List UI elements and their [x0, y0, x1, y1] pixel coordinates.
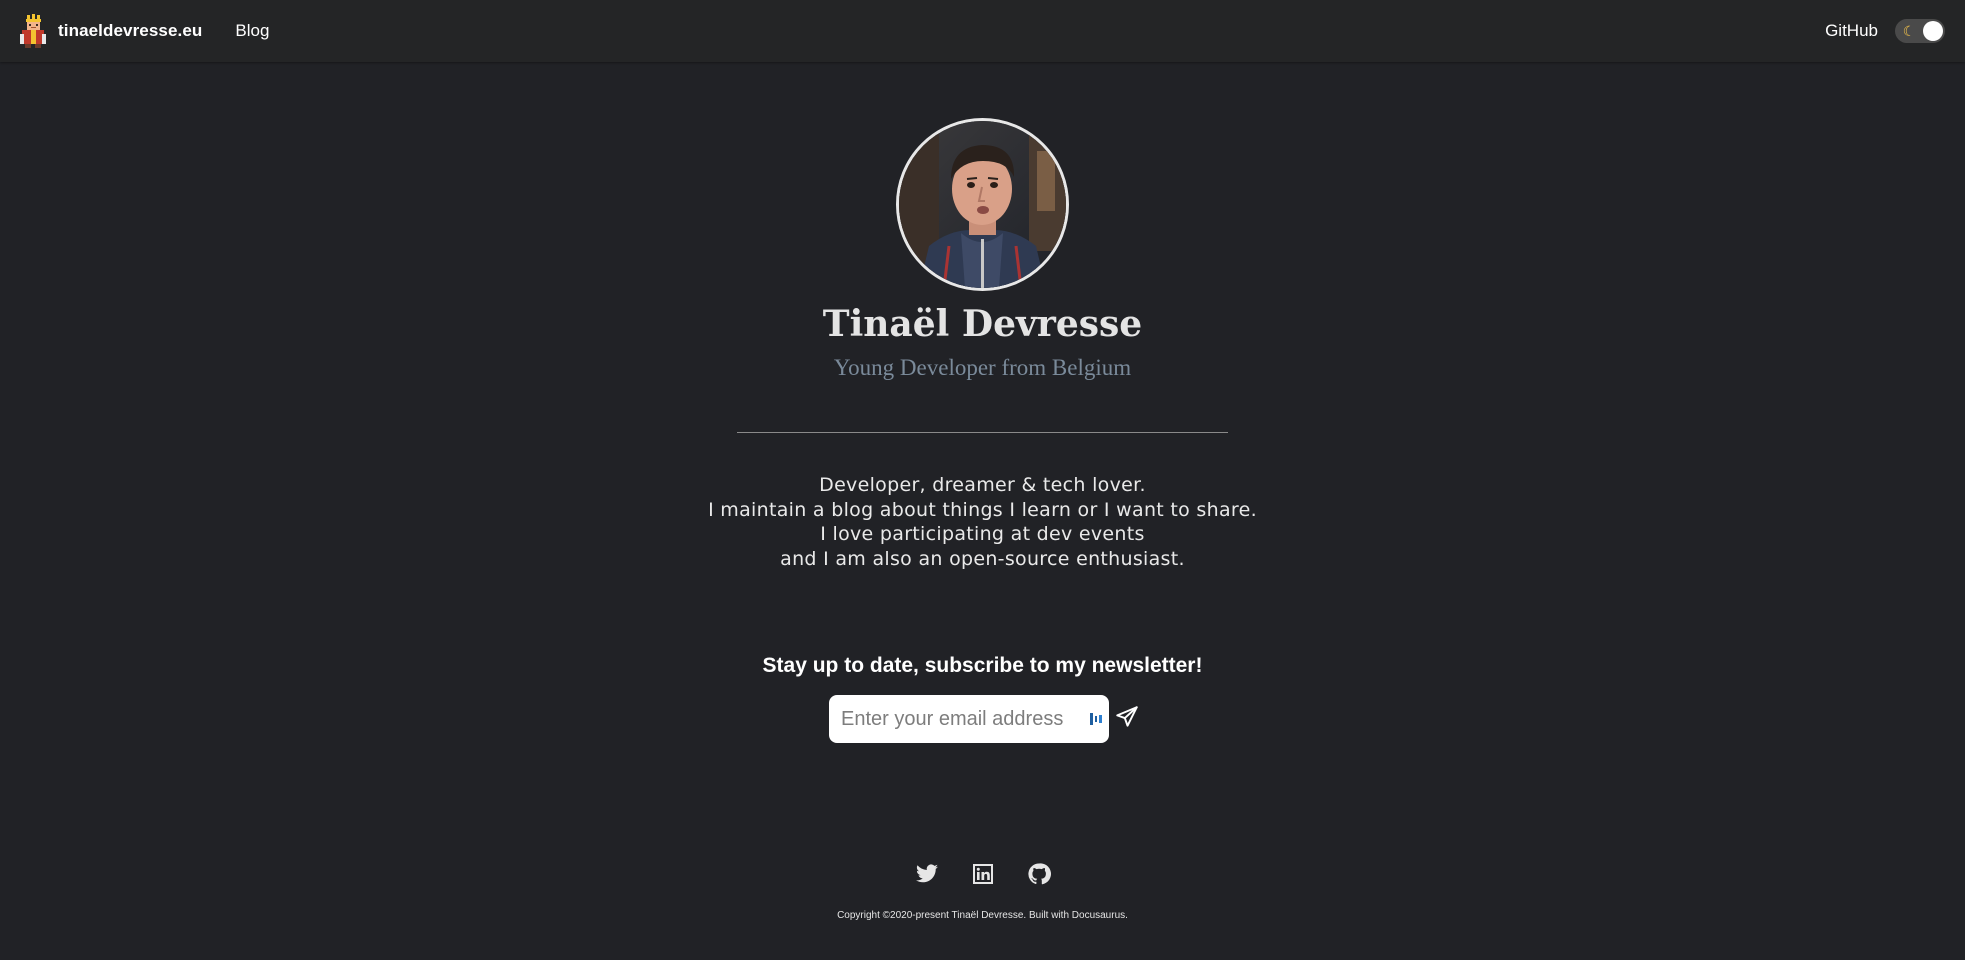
profile-photo — [899, 121, 1066, 288]
bio-line: Developer, dreamer & tech lover. — [819, 474, 1146, 496]
nav-link-blog[interactable]: Blog — [235, 21, 269, 41]
bio-line: and I am also an open-source enthusiast. — [780, 547, 1185, 570]
copyright: Copyright ©2020-present Tinaël Devresse.… — [837, 910, 1128, 921]
theme-toggle[interactable]: ☾ — [1895, 19, 1945, 43]
bio: Developer, dreamer & tech lover. I maint… — [0, 473, 1965, 571]
divider — [737, 432, 1228, 433]
twitter-link[interactable] — [915, 862, 939, 886]
send-button[interactable] — [1114, 704, 1140, 730]
nav-link-github[interactable]: GitHub — [1825, 21, 1878, 41]
email-input[interactable] — [829, 695, 1069, 743]
linkedin-link[interactable] — [971, 862, 995, 886]
bio-line: I maintain a blog about things I learn o… — [708, 498, 1257, 521]
toggle-knob — [1923, 21, 1943, 41]
navbar-right: GitHub ☾ — [1825, 19, 1945, 43]
brand-logo-icon — [20, 14, 46, 48]
brand-link[interactable]: tinaeldevresse.eu — [18, 14, 202, 48]
profile-tagline: Young Developer from Belgium — [833, 355, 1132, 380]
email-field-container — [829, 695, 1109, 743]
brand-title: tinaeldevresse.eu — [58, 21, 203, 40]
avatar — [896, 118, 1069, 291]
bio-line: I love participating at dev events — [820, 523, 1145, 545]
moon-icon: ☾ — [1902, 23, 1916, 39]
social-links — [0, 862, 1965, 886]
profile-name: Tinaël Devresse — [822, 303, 1143, 345]
github-link[interactable] — [1027, 862, 1051, 886]
newsletter-title: Stay up to date, subscribe to my newslet… — [762, 654, 1203, 677]
linkedin-icon — [972, 864, 993, 884]
github-icon — [1027, 863, 1051, 885]
navbar: tinaeldevresse.eu Blog GitHub ☾ — [0, 0, 1965, 62]
password-manager-icon[interactable] — [1089, 711, 1103, 727]
twitter-icon — [915, 864, 938, 883]
paper-plane-icon — [1116, 706, 1138, 727]
